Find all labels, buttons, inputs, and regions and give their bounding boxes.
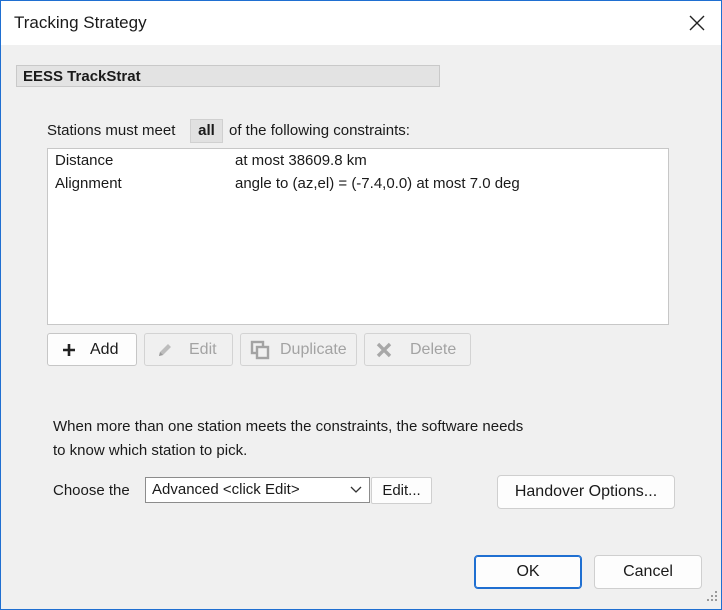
close-button[interactable] [679, 5, 715, 41]
constraint-value: angle to (az,el) = (-7.4,0.0) at most 7.… [235, 175, 520, 192]
constraint-name: Alignment [55, 175, 122, 192]
delete-x-icon [373, 339, 395, 361]
constraint-mode-toggle[interactable]: all [190, 119, 223, 143]
explanation-line-2: to know which station to pick. [53, 442, 248, 459]
plus-icon [58, 339, 80, 361]
duplicate-button-label: Duplicate [280, 340, 347, 358]
tracking-strategy-dialog: Tracking Strategy EESS TrackStrat Statio… [0, 0, 722, 610]
chevron-down-icon [349, 480, 363, 506]
pencil-icon [154, 339, 176, 361]
constraints-prefix-label: Stations must meet [47, 122, 176, 139]
edit-constraint-button[interactable]: Edit [144, 333, 233, 366]
resize-grip-icon[interactable] [706, 589, 718, 606]
constraints-suffix-label: of the following constraints: [229, 122, 410, 139]
list-item[interactable]: Distance at most 38609.8 km [48, 150, 668, 173]
ok-button[interactable]: OK [474, 555, 582, 589]
list-item[interactable]: Alignment angle to (az,el) = (-7.4,0.0) … [48, 173, 668, 196]
handover-options-button[interactable]: Handover Options... [497, 475, 675, 509]
delete-button[interactable]: Delete [364, 333, 471, 366]
title-bar: Tracking Strategy [1, 1, 721, 45]
close-icon [689, 15, 705, 31]
constraint-value: at most 38609.8 km [235, 152, 367, 169]
add-button-label: Add [90, 340, 119, 358]
choose-label: Choose the [53, 482, 130, 499]
delete-button-label: Delete [410, 340, 457, 358]
cancel-button[interactable]: Cancel [594, 555, 702, 589]
duplicate-icon [249, 339, 271, 361]
strategy-name-field[interactable]: EESS TrackStrat [16, 65, 440, 87]
constraint-name: Distance [55, 152, 114, 169]
edit-button-label: Edit [189, 340, 217, 358]
duplicate-button[interactable]: Duplicate [240, 333, 357, 366]
selection-method-value: Advanced <click Edit> [152, 481, 300, 498]
explanation-line-1: When more than one station meets the con… [53, 418, 524, 435]
window-title: Tracking Strategy [14, 13, 147, 32]
add-button[interactable]: Add [47, 333, 137, 366]
constraints-list[interactable]: Distance at most 38609.8 km Alignment an… [47, 148, 669, 325]
edit-selection-method-button[interactable]: Edit... [371, 477, 432, 504]
selection-method-dropdown[interactable]: Advanced <click Edit> [145, 477, 370, 503]
